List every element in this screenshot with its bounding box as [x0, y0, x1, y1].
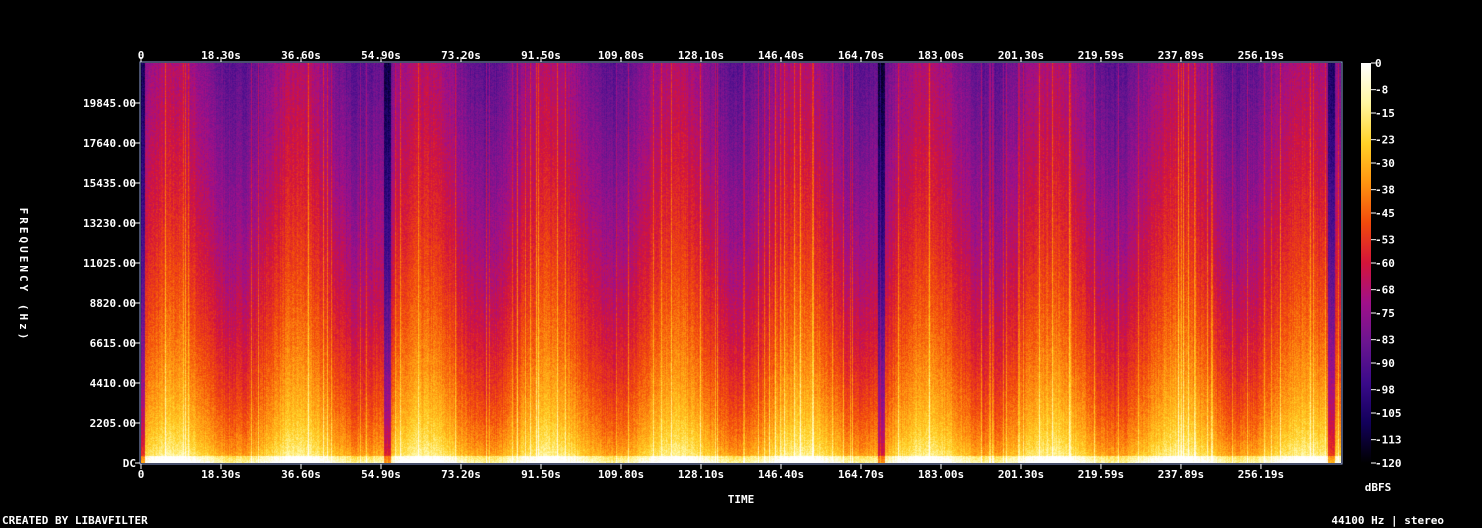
footer-sample-rate: 44100 Hz | stereo	[1331, 514, 1444, 527]
x-tick-label-top: 201.30s	[998, 49, 1044, 62]
y-tick-label: DC	[123, 457, 136, 470]
y-tick-label: 15435.00	[83, 177, 136, 190]
x-tick-label-bottom: 54.90s	[361, 468, 401, 481]
x-tick-label-top: 256.19s	[1238, 49, 1284, 62]
x-tick-label-top: 73.20s	[441, 49, 481, 62]
x-tick-label-bottom: 128.10s	[678, 468, 724, 481]
y-tick-label: 8820.00	[90, 297, 136, 310]
y-tick-label: 19845.00	[83, 97, 136, 110]
x-tick-label-bottom: 109.80s	[598, 468, 644, 481]
x-tick-label-bottom: 36.60s	[281, 468, 321, 481]
y-axis-label: FREQUENCY (Hz)	[17, 208, 30, 343]
colorbar-tick-label: -68	[1375, 284, 1395, 297]
x-tick-label-bottom: 256.19s	[1238, 468, 1284, 481]
x-tick-label-top: 183.00s	[918, 49, 964, 62]
colorbar-tick-label: -53	[1375, 234, 1395, 247]
colorbar-tick-label: -98	[1375, 384, 1395, 397]
colorbar-tick-label: -90	[1375, 357, 1395, 370]
x-tick-label-bottom: 219.59s	[1078, 468, 1124, 481]
colorbar-tick-label: -45	[1375, 207, 1395, 220]
x-tick-label-top: 91.50s	[521, 49, 561, 62]
y-tick-label: 6615.00	[90, 337, 136, 350]
x-tick-label-bottom: 164.70s	[838, 468, 884, 481]
spectrogram-figure: 0 18.30s 36.60s 54.90s 73.20s 91.50s 109.80s 12…	[17, 49, 1402, 506]
colorbar-tick-label: -8	[1375, 84, 1388, 97]
colorbar-label: dBFS	[1365, 481, 1392, 494]
x-tick-label-top: 237.89s	[1158, 49, 1204, 62]
spectrogram-plot	[139, 61, 1343, 465]
x-tick-label-bottom: 237.89s	[1158, 468, 1204, 481]
spectrogram-image	[141, 63, 1341, 463]
y-tick-label: 17640.00	[83, 137, 136, 150]
x-tick-label-top: 18.30s	[201, 49, 241, 62]
colorbar-tick-label: -15	[1375, 107, 1395, 120]
colorbar-tick-label: -75	[1375, 307, 1395, 320]
colorbar-tick-label: 0	[1375, 57, 1382, 70]
colorbar-tick-label: -105	[1375, 407, 1402, 420]
x-tick-label-top: 219.59s	[1078, 49, 1124, 62]
x-tick-label-bottom: 18.30s	[201, 468, 241, 481]
x-tick-label-top: 36.60s	[281, 49, 321, 62]
colorbar-tick-label: -120	[1375, 457, 1402, 470]
x-tick-label-bottom: 183.00s	[918, 468, 964, 481]
y-tick-label: 2205.00	[90, 417, 136, 430]
y-tick-label: 13230.00	[83, 217, 136, 230]
x-tick-label-top: 164.70s	[838, 49, 884, 62]
colorbar-tick-label: -83	[1375, 334, 1395, 347]
x-ticks-top: 0 18.30s 36.60s 54.90s 73.20s 91.50s 109.80s 12…	[138, 49, 1284, 62]
x-tick-label-bottom: 73.20s	[441, 468, 481, 481]
colorbar-tick-label: -38	[1375, 184, 1395, 197]
x-tick-label-bottom: 201.30s	[998, 468, 1044, 481]
x-tick-label-top: 146.40s	[758, 49, 804, 62]
y-tick-label: 11025.00	[83, 257, 136, 270]
x-ticks-bottom: 0 18.30s 36.60s 54.90s 73.20s 91.50s 109.80s 12…	[138, 464, 1284, 481]
y-tick-label: 4410.00	[90, 377, 136, 390]
x-tick-label-top: 0	[138, 49, 145, 62]
colorbar	[1361, 63, 1371, 463]
y-ticks: DC 2205.00 4410.00 6615.00 8820.00 11025.00 13…	[83, 97, 140, 470]
x-tick-label-top: 54.90s	[361, 49, 401, 62]
colorbar-tick-label: -23	[1375, 134, 1395, 147]
colorbar-gradient	[1361, 63, 1371, 463]
x-tick-label-top: 128.10s	[678, 49, 724, 62]
footer-credit: CREATED BY LIBAVFILTER	[2, 514, 148, 527]
colorbar-tick-label: -30	[1375, 157, 1395, 170]
x-axis-label: TIME	[728, 493, 755, 506]
colorbar-tick-label: -60	[1375, 257, 1395, 270]
x-tick-label-bottom: 0	[138, 468, 145, 481]
colorbar-ticks: 0 -8 -15 -23 -30 -38 -45 -53 -60 -68 -75 -83 -90 -98 -…	[1371, 57, 1402, 470]
colorbar-tick-label: -113	[1375, 434, 1402, 447]
x-tick-label-bottom: 146.40s	[758, 468, 804, 481]
x-tick-label-top: 109.80s	[598, 49, 644, 62]
x-tick-label-bottom: 91.50s	[521, 468, 561, 481]
